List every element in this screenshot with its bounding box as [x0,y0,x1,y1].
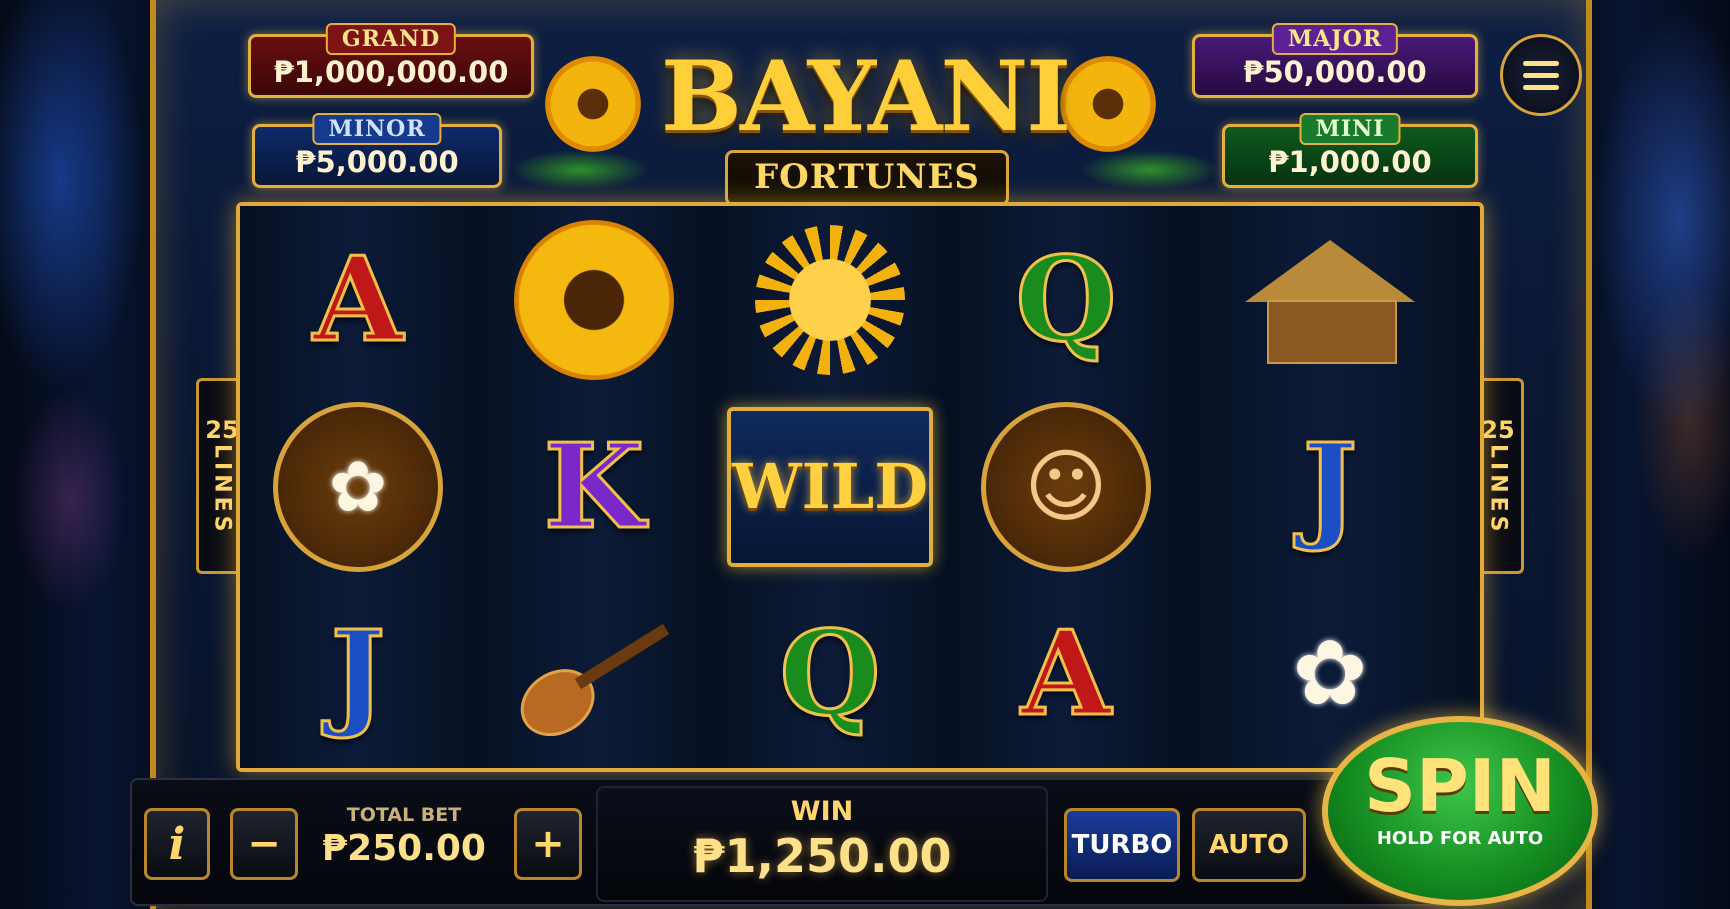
total-bet-display: TOTAL BET ₱250.00 [300,804,508,880]
flower-cluster-icon: ✿ [1292,621,1368,726]
spin-sub-label: HOLD FOR AUTO [1376,828,1544,849]
hamburger-icon-line [1523,84,1559,90]
jackpot-grand-amount: ₱1,000,000.00 [273,55,509,89]
symbol-a: A [240,206,476,393]
jackpot-major-amount: ₱50,000.00 [1243,55,1427,89]
hut-roof [1245,239,1415,302]
jackpot-minor-amount: ₱5,000.00 [295,145,459,179]
paylines-label: LINES [1485,444,1511,536]
sun-icon [755,224,905,375]
wild-tile: WILD [727,406,933,567]
symbol-hut [1184,206,1476,393]
total-bet-value: ₱250.00 [322,828,486,869]
total-bet-label: TOTAL BET [346,804,462,826]
symbol-letter: Q [778,605,882,742]
symbol-letter: J [329,605,387,742]
hut-body [1267,299,1397,364]
jackpot-mini: MINI ₱1,000.00 [1222,113,1478,188]
symbol-wild: WILD [712,393,948,580]
symbol-q: Q [948,206,1184,393]
guitar-neck [574,623,670,689]
menu-button[interactable] [1500,34,1582,116]
decrease-bet-button[interactable]: − [230,808,298,880]
reel-5: J ✿ [1184,206,1476,768]
flower-cluster-icon: ✿ [273,401,443,572]
symbol-letter: Q [1014,231,1118,368]
leaves-decoration [1080,150,1220,190]
symbol-letter: J [1301,418,1359,555]
jackpot-major-label: MAJOR [1271,23,1399,55]
paylines-label: LINES [209,444,235,536]
win-value: ₱1,250.00 [692,829,952,883]
leaves-decoration [510,150,650,190]
logo-subtitle: FORTUNES [725,150,1009,206]
hamburger-icon-line [1523,72,1559,78]
paylines-count: 25 [1481,416,1515,445]
symbol-sun [712,206,948,393]
symbol-letter: K [542,418,646,555]
reel-2: K [476,206,714,768]
jackpot-minor-label: MINOR [312,113,442,145]
symbol-guitar [476,580,712,767]
win-display: WIN ₱1,250.00 [596,786,1048,902]
reel-1: A ✿ J [240,206,478,768]
symbol-q: Q [712,580,948,767]
symbol-j: J [240,580,476,767]
symbol-woman: ☺ [948,393,1184,580]
woman-portrait-icon: ☺ [981,401,1151,572]
sunflower-icon [514,219,674,380]
reel-4: Q ☺ A [948,206,1186,768]
symbol-letter: A [311,231,404,368]
spin-button[interactable]: SPIN HOLD FOR AUTO [1322,716,1598,906]
flower-glyph: ✿ [328,445,388,528]
info-button[interactable]: i [144,808,210,880]
jackpot-grand-label: GRAND [325,23,457,55]
symbol-flower-cluster: ✿ [240,393,476,580]
game-logo: BAYANI FORTUNES [510,20,1220,210]
auto-button[interactable]: AUTO [1192,808,1306,882]
jackpot-minor: MINOR ₱5,000.00 [252,113,502,188]
spin-label: SPIN [1364,744,1556,828]
symbol-letter: A [1019,605,1112,742]
jackpot-major: MAJOR ₱50,000.00 [1192,23,1478,98]
guitar-icon [506,603,682,750]
jackpot-mini-label: MINI [1299,113,1401,145]
symbol-sunflower [476,206,712,393]
jackpot-grand: GRAND ₱1,000,000.00 [248,23,534,98]
paylines-count: 25 [205,416,239,445]
logo-title: BAYANI [660,40,1071,153]
woman-glyph: ☺ [1024,440,1108,533]
symbol-k: K [476,393,712,580]
symbol-j: J [1184,393,1476,580]
reel-3: WILD Q [712,206,950,768]
symbol-a: A [948,580,1184,767]
jackpot-mini-amount: ₱1,000.00 [1268,145,1432,179]
win-label: WIN [790,796,854,827]
hamburger-icon [1523,60,1559,66]
nipa-hut-icon [1245,239,1415,364]
wild-label: WILD [732,450,928,523]
turbo-button[interactable]: TURBO [1064,808,1180,882]
increase-bet-button[interactable]: + [514,808,582,880]
reel-window: A ✿ J K WILD Q Q ☺ A J ✿ [236,202,1484,772]
